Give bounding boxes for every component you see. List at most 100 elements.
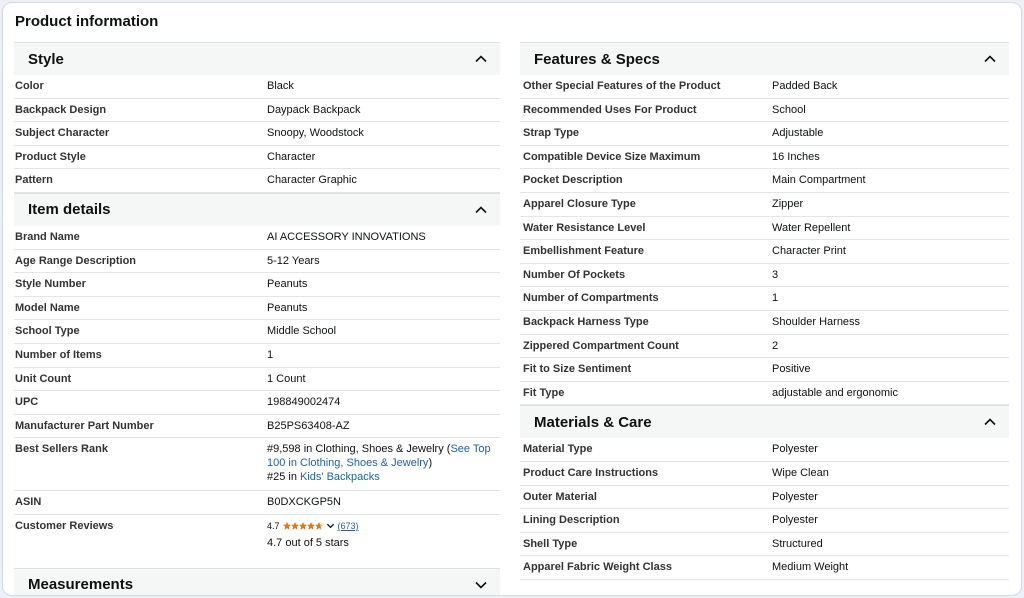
section-header-style[interactable]: Style	[14, 42, 500, 75]
table-row: Model Name Peanuts	[14, 297, 500, 321]
rating-line[interactable]: 4.7 (673)	[267, 519, 359, 533]
row-value: Character	[267, 150, 316, 163]
table-row: Backpack Harness Type Shoulder Harness	[520, 311, 1009, 335]
rating-number: 4.7	[267, 520, 280, 531]
star-icon	[314, 521, 323, 530]
table-row: Lining Description Polyester	[520, 509, 1009, 533]
table-row: Unit Count 1 Count	[14, 368, 500, 392]
row-value: 5-12 Years	[267, 254, 320, 267]
row-label: Unit Count	[15, 372, 72, 385]
row-label: Apparel Fabric Weight Class	[523, 561, 672, 574]
row-label: Compatible Device Size Maximum	[523, 150, 701, 163]
row-value: Shoulder Harness	[772, 315, 861, 328]
product-information-card: Product information Style Color Black Back…	[2, 2, 1022, 596]
row-label: Backpack Harness Type	[523, 315, 649, 328]
row-label: Water Resistance Level	[523, 221, 646, 234]
row-label: Manufacturer Part Number	[15, 419, 154, 432]
table-row: Strap Type Adjustable	[520, 122, 1009, 146]
row-label: ASIN	[15, 496, 42, 509]
table-row: Water Resistance Level Water Repellent	[520, 217, 1009, 241]
section-header-item-details[interactable]: Item details	[14, 192, 500, 226]
row-value: Polyester	[772, 490, 818, 503]
row-value: Positive	[772, 363, 811, 376]
row-value: 16 Inches	[772, 150, 820, 163]
row-label: Product Style	[15, 150, 86, 163]
row-label: Best Sellers Rank	[15, 443, 108, 456]
row-label: School Type	[15, 325, 80, 338]
row-label: Strap Type	[523, 127, 580, 140]
star-icon	[290, 521, 299, 530]
table-row: UPC 198849002474	[14, 391, 500, 415]
star-icon	[306, 521, 315, 530]
section-header-measurements[interactable]: Measurements	[14, 567, 500, 595]
row-label: Material Type	[523, 443, 593, 456]
chevron-up-icon[interactable]	[474, 52, 488, 66]
row-value: Zipper	[772, 197, 804, 210]
row-label: Other Special Features of the Product	[523, 80, 721, 92]
row-value: 198849002474	[267, 396, 341, 409]
row-value: Snoopy, Woodstock	[267, 127, 364, 140]
rank-text: #25 in	[267, 471, 301, 484]
rating-out-of-text: 4.7 out of 5 stars	[267, 536, 349, 549]
row-label: Outer Material	[523, 490, 597, 503]
rank-text: #9,598 in Clothing, Shoes & Jewelry (	[267, 443, 451, 456]
row-value: Polyester	[772, 514, 818, 527]
table-row: Fit Type adjustable and ergonomic	[520, 382, 1009, 406]
review-count-link[interactable]: (673)	[338, 519, 359, 533]
row-value: Padded Back	[772, 80, 838, 92]
table-row: Subject Character Snoopy, Woodstock	[14, 122, 500, 146]
row-label: Brand Name	[15, 230, 80, 243]
table-row: Recommended Uses For Product School	[520, 99, 1009, 123]
row-value: adjustable and ergonomic	[772, 386, 898, 399]
row-value: Daypack Backpack	[267, 103, 361, 116]
chevron-up-icon[interactable]	[983, 52, 997, 66]
table-row: Fit to Size Sentiment Positive	[520, 358, 1009, 382]
left-column: Style Color Black Backpack Design Daypack B…	[14, 42, 500, 595]
rank-text: )	[428, 457, 433, 470]
table-row: Backpack Design Daypack Backpack	[14, 99, 500, 123]
row-value: 1	[267, 348, 274, 361]
section-title: Features & Specs	[534, 50, 660, 68]
chevron-down-icon[interactable]	[326, 521, 335, 530]
row-label: Age Range Description	[15, 254, 137, 267]
row-value: Peanuts	[267, 278, 308, 291]
section-header-features-specs[interactable]: Features & Specs	[520, 42, 1009, 75]
chevron-up-icon[interactable]	[983, 415, 997, 429]
section-header-materials-care[interactable]: Materials & Care	[520, 405, 1009, 439]
star-icon	[282, 521, 291, 530]
chevron-up-icon[interactable]	[474, 203, 488, 217]
table-row: Other Special Features of the Product Pad…	[520, 75, 1009, 99]
table-row: Manufacturer Part Number B25PS63408-AZ	[14, 415, 500, 439]
table-row: Apparel Fabric Weight Class Medium Weight	[520, 556, 1009, 580]
table-row: School Type Middle School	[14, 320, 500, 344]
row-label: Zippered Compartment Count	[523, 339, 679, 352]
table-row: Embellishment Feature Character Print	[520, 240, 1009, 264]
row-label: Backpack Design	[15, 103, 107, 116]
row-value: Wipe Clean	[772, 466, 829, 479]
features-specs-table: Other Special Features of the Product Pad…	[520, 75, 1009, 406]
row-label: Subject Character	[15, 127, 110, 140]
row-value: Structured	[772, 537, 823, 550]
row-value: Medium Weight	[772, 561, 849, 574]
row-value: 1 Count	[267, 372, 306, 385]
row-label: Fit to Size Sentiment	[523, 363, 632, 376]
chevron-down-icon[interactable]	[474, 578, 488, 592]
kids-backpacks-link[interactable]: Kids' Backpacks	[300, 471, 380, 483]
row-value: Middle School	[267, 325, 337, 338]
row-value: Polyester	[772, 443, 818, 456]
table-row-customer-reviews: Customer Reviews 4.7 (673) 4.7 out of 5 …	[14, 515, 500, 568]
row-label: Embellishment Feature	[523, 245, 645, 258]
section-title: Item details	[28, 201, 111, 219]
row-value: Water Repellent	[772, 221, 851, 234]
table-row: Pattern Character Graphic	[14, 169, 500, 193]
row-label: Customer Reviews	[15, 519, 114, 532]
row-value: Black	[267, 80, 294, 92]
table-row: Apparel Closure Type Zipper	[520, 193, 1009, 217]
section-title: Materials & Care	[534, 413, 652, 431]
row-value: School	[772, 103, 806, 116]
table-row: Number of Compartments 1	[520, 287, 1009, 311]
table-row: Product Style Character	[14, 146, 500, 170]
table-row: Style Number Peanuts	[14, 273, 500, 297]
row-label: UPC	[15, 396, 39, 409]
table-row: Zippered Compartment Count 2	[520, 335, 1009, 359]
